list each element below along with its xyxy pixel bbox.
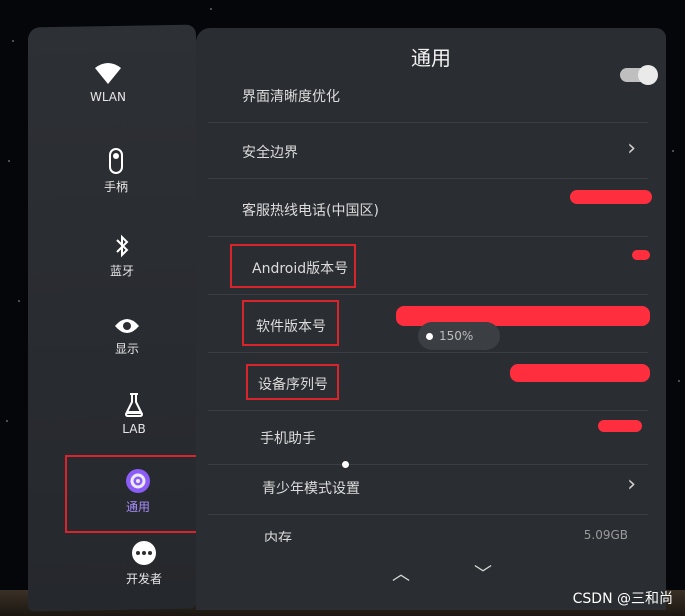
bluetooth-icon <box>116 234 129 258</box>
redaction-mark <box>510 364 650 382</box>
sidebar-item-lab[interactable]: LAB <box>102 392 166 436</box>
cursor-dot <box>342 461 349 468</box>
sidebar-item-label: 手柄 <box>103 180 128 194</box>
list-item[interactable]: 手机助手 <box>208 410 648 465</box>
redaction-mark <box>570 190 652 204</box>
redaction-mark <box>598 420 642 432</box>
list-item[interactable]: 安全边界 › <box>208 124 648 179</box>
controller-icon <box>109 148 123 174</box>
highlight-box-android-version <box>230 244 356 288</box>
watermark: CSDN @三和尚 <box>572 591 673 607</box>
page-title: 通用 <box>411 46 451 70</box>
pointer-dot-icon <box>426 332 433 340</box>
chevron-right-icon: › <box>627 136 636 161</box>
zoom-indicator[interactable]: 150% <box>418 322 500 350</box>
dots-icon <box>132 541 156 565</box>
sidebar-item-wlan[interactable]: WLAN <box>76 62 140 104</box>
sidebar-item-label: 蓝牙 <box>109 264 134 278</box>
highlight-box-serial-number <box>246 364 339 400</box>
list-item[interactable]: 界面清晰度优化 <box>208 68 648 123</box>
sidebar-item-controller[interactable]: 手柄 <box>84 148 148 195</box>
highlight-box-general <box>65 455 211 533</box>
zoom-label: 150% <box>439 329 474 343</box>
chevron-up-icon[interactable]: ︿ <box>392 560 410 586</box>
wifi-icon <box>95 63 121 84</box>
sidebar-item-label: 显示 <box>114 342 139 356</box>
sidebar-item-label: LAB <box>122 422 146 436</box>
sidebar-item-display[interactable]: 显示 <box>95 316 159 357</box>
eye-icon <box>115 319 139 333</box>
chevron-down-icon[interactable]: ﹀ <box>474 560 492 586</box>
redaction-mark <box>632 250 650 260</box>
flask-icon <box>124 393 144 417</box>
list-item[interactable]: 青少年模式设置 › <box>208 460 648 515</box>
chevron-right-icon: › <box>627 472 636 497</box>
sidebar-item-label: 开发者 <box>125 572 162 586</box>
sidebar-item-developer[interactable]: 开发者 <box>112 540 176 587</box>
highlight-box-software-version <box>242 300 339 346</box>
sidebar-item-label: WLAN <box>89 90 126 104</box>
list-item[interactable]: 内存 5.09GB <box>208 516 648 542</box>
sidebar-item-bluetooth[interactable]: 蓝牙 <box>90 234 154 279</box>
